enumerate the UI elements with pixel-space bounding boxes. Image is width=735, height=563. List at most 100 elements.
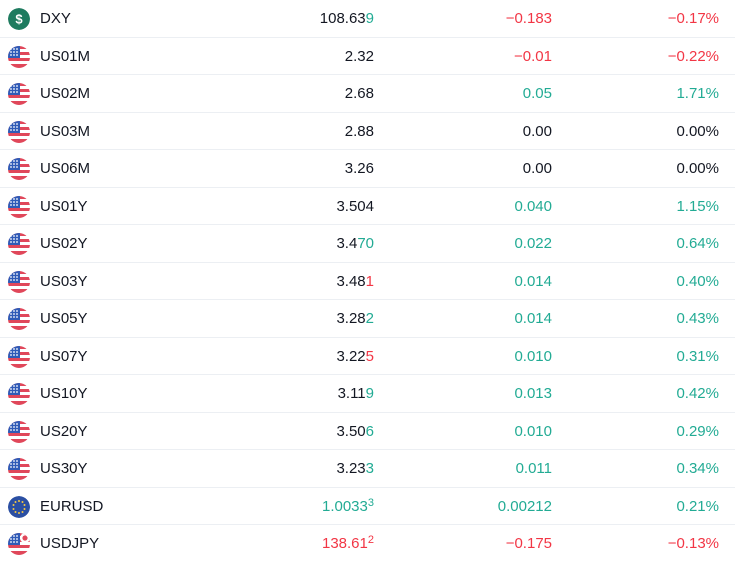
- last-price: 3.233: [336, 450, 374, 488]
- symbol-label[interactable]: US03M: [40, 113, 90, 151]
- last-price: 1.00333: [322, 488, 374, 526]
- us-flag-icon: [8, 308, 30, 330]
- us-flag-icon: [8, 158, 30, 180]
- watchlist-row[interactable]: US06M 3.26 0.00 0.00%: [0, 150, 735, 188]
- last-price-base: 3.11: [337, 385, 366, 402]
- us-jp-flag-icon: [8, 533, 30, 555]
- change-value: 0.011: [515, 460, 552, 477]
- change-value: 0.014: [514, 310, 552, 327]
- watchlist-row[interactable]: US03M 2.88 0.00 0.00%: [0, 113, 735, 151]
- change-value: 0.013: [514, 385, 552, 402]
- last-price-changed-digits: 9: [365, 385, 374, 402]
- symbol-label[interactable]: US05Y: [40, 300, 88, 338]
- change-percent: 0.00%: [676, 160, 719, 177]
- watchlist-row[interactable]: US01M 2.32 −0.01 −0.22%: [0, 38, 735, 76]
- change-percent: −0.13%: [667, 535, 719, 552]
- symbol-label[interactable]: US07Y: [40, 338, 88, 376]
- last-price-base: 3.504: [336, 197, 374, 215]
- watchlist-row[interactable]: USDJPY 138.612 −0.175 −0.13%: [0, 525, 735, 563]
- change-percent: 0.29%: [676, 422, 719, 440]
- us-flag-icon: [8, 420, 30, 443]
- last-price-base: 3.48: [336, 272, 366, 290]
- change-value: 0.040: [514, 197, 552, 215]
- last-price-changed-digits: 1: [365, 272, 374, 290]
- symbol-label[interactable]: US20Y: [40, 413, 88, 451]
- dollar-icon: $: [8, 8, 30, 30]
- symbol-label[interactable]: US30Y: [40, 450, 88, 488]
- change-value: 0.00212: [497, 497, 552, 515]
- symbol-label[interactable]: US06M: [40, 150, 90, 188]
- last-price: 3.282: [336, 300, 374, 338]
- change-value: 0.022: [514, 235, 552, 252]
- change-value: 0.010: [514, 347, 552, 365]
- watchlist-row[interactable]: US05Y 3.282 0.014 0.43%: [0, 300, 735, 338]
- watchlist-row[interactable]: US03Y 3.481 0.014 0.40%: [0, 263, 735, 301]
- watchlist-row[interactable]: US02M 2.68 0.05 1.71%: [0, 75, 735, 113]
- last-price-base: 3.26: [344, 160, 374, 177]
- us-flag-icon: [8, 195, 30, 218]
- last-price: 138.612: [322, 525, 374, 563]
- change-percent: 0.43%: [676, 310, 719, 327]
- change-percent: 0.00%: [676, 122, 719, 140]
- last-price-changed-digits: 5: [365, 347, 374, 365]
- last-price-changed-digits: 3: [367, 496, 374, 509]
- last-price-base: 2.68: [344, 85, 374, 102]
- watchlist-row[interactable]: $ DXY 108.639 −0.183 −0.17%: [0, 0, 735, 38]
- symbol-label[interactable]: US10Y: [40, 375, 88, 413]
- last-price: 3.470: [336, 225, 374, 263]
- symbol-label[interactable]: EURUSD: [40, 488, 103, 526]
- last-price-base: 3.4: [336, 235, 358, 252]
- svg-text:$: $: [15, 12, 23, 27]
- last-price: 2.68: [345, 75, 374, 113]
- change-value: 0.05: [522, 85, 552, 102]
- change-percent: 0.40%: [676, 272, 719, 290]
- watchlist-row[interactable]: US07Y 3.225 0.010 0.31%: [0, 338, 735, 376]
- eu-us-flag-icon: [8, 495, 30, 518]
- last-price-base: 3.23: [336, 460, 366, 477]
- last-price-base: 138.61: [321, 535, 368, 552]
- watchlist-row[interactable]: US02Y 3.470 0.022 0.64%: [0, 225, 735, 263]
- symbol-label[interactable]: US02M: [40, 75, 90, 113]
- change-percent: 0.34%: [676, 460, 719, 477]
- last-price: 3.504: [336, 188, 374, 226]
- change-percent: 0.64%: [676, 235, 719, 252]
- symbol-label[interactable]: US01Y: [40, 188, 88, 226]
- us-flag-icon: [8, 120, 30, 143]
- symbol-label[interactable]: USDJPY: [40, 525, 99, 563]
- change-value: 0.00: [522, 122, 552, 140]
- watchlist-row[interactable]: US01Y 3.504 0.040 1.15%: [0, 188, 735, 226]
- us-flag-icon: [8, 345, 30, 368]
- change-percent: 0.42%: [676, 385, 719, 402]
- change-percent: 1.15%: [676, 197, 719, 215]
- change-value: 0.010: [514, 422, 552, 440]
- change-value: −0.183: [505, 10, 552, 27]
- change-percent: −0.22%: [667, 47, 719, 65]
- symbol-label[interactable]: US01M: [40, 38, 90, 76]
- last-price-base: 3.50: [336, 422, 366, 440]
- change-percent: 0.31%: [676, 347, 719, 365]
- change-value: 0.014: [514, 272, 552, 290]
- watchlist-row[interactable]: US20Y 3.506 0.010 0.29%: [0, 413, 735, 451]
- symbol-label[interactable]: US02Y: [40, 225, 88, 263]
- last-price-changed-digits: 2: [367, 534, 374, 546]
- last-price: 3.481: [336, 263, 374, 301]
- watchlist-row[interactable]: US30Y 3.233 0.011 0.34%: [0, 450, 735, 488]
- last-price: 2.32: [345, 38, 374, 76]
- last-price: 3.506: [336, 413, 374, 451]
- watchlist: $ DXY 108.639 −0.183 −0.17% US01M 2.32 −0.01 −0.…: [0, 0, 735, 563]
- last-price-changed-digits: 3: [365, 460, 374, 477]
- us-flag-icon: [8, 233, 30, 255]
- last-price-base: 2.88: [344, 122, 374, 140]
- symbol-label[interactable]: DXY: [40, 0, 71, 38]
- last-price: 3.225: [336, 338, 374, 376]
- last-price-base: 3.28: [336, 310, 366, 327]
- change-percent: 1.71%: [676, 85, 719, 102]
- us-flag-icon: [8, 270, 30, 293]
- last-price: 108.639: [320, 0, 374, 38]
- symbol-label[interactable]: US03Y: [40, 263, 88, 301]
- change-value: 0.00: [522, 160, 552, 177]
- last-price: 3.119: [338, 375, 374, 413]
- watchlist-row[interactable]: US10Y 3.119 0.013 0.42%: [0, 375, 735, 413]
- us-flag-icon: [8, 383, 30, 405]
- watchlist-row[interactable]: EURUSD 1.00333 0.00212 0.21%: [0, 488, 735, 526]
